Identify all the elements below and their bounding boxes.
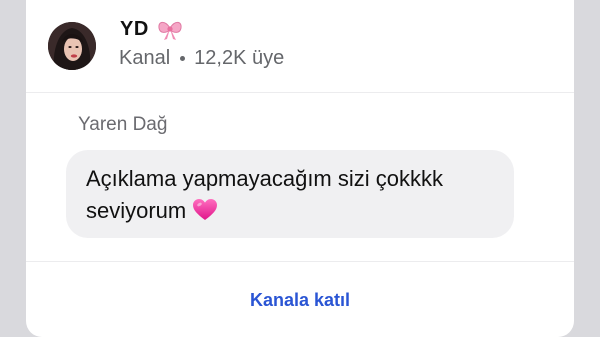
channel-name: YD: [120, 18, 149, 40]
channel-title-row: YD: [120, 18, 183, 41]
channel-card: YD Kanal 12,2K üye Yaren Dağ Açıklama ya…: [26, 0, 574, 337]
separator-dot: [180, 56, 186, 61]
channel-header[interactable]: YD Kanal 12,2K üye: [26, 0, 574, 93]
message-text: Açıklama yapmayacağım sizi çokkkk seviyo…: [86, 166, 443, 223]
channel-footer: Kanala katıl: [26, 261, 574, 337]
pink-heart-icon: [192, 198, 218, 227]
avatar[interactable]: [48, 22, 96, 70]
channel-type-label: Kanal: [119, 47, 171, 69]
channel-meta: Kanal 12,2K üye: [119, 47, 284, 70]
join-channel-button[interactable]: Kanala katıl: [26, 290, 574, 311]
message-sender: Yaren Dağ: [78, 114, 168, 135]
ribbon-bow-icon: [157, 19, 183, 41]
message-bubble[interactable]: Açıklama yapmayacağım sizi çokkkk seviyo…: [66, 150, 514, 238]
member-count: 12,2K üye: [194, 47, 285, 69]
